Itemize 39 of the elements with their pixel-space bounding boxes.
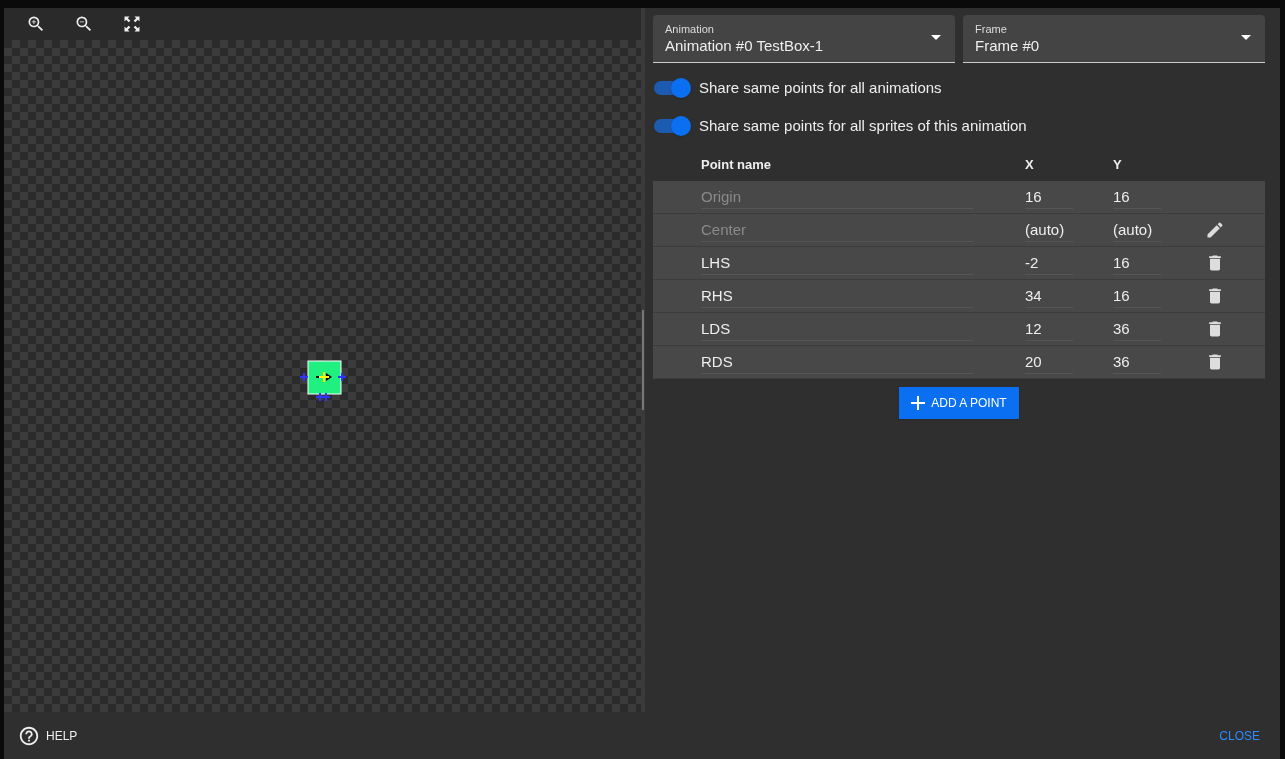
point-name-field: RDS <box>701 350 973 374</box>
column-header: Y <box>1113 157 1122 173</box>
dropdown-caret-icon <box>931 35 941 40</box>
x-field: -2 <box>1025 251 1073 275</box>
point-name-field: Origin <box>701 185 973 209</box>
fullscreen-icon[interactable] <box>122 14 142 34</box>
x-field: 16 <box>1025 185 1073 209</box>
zoom-out-icon[interactable] <box>74 14 94 34</box>
toggle-label: Share same points for all sprites of this animation <box>699 115 1027 136</box>
close-button[interactable]: CLOSE <box>1219 726 1266 745</box>
x-field: (auto) <box>1025 218 1073 242</box>
help-icon <box>18 724 40 747</box>
point-name-field: Center <box>701 218 973 242</box>
toggle-switch[interactable] <box>653 116 691 136</box>
point-name-field: LHS <box>701 251 973 275</box>
toggle-label: Share same points for all animations <box>699 77 942 98</box>
zoom-in-icon[interactable] <box>26 14 46 34</box>
animation-select[interactable]: Animation Animation #0 TestBox-1 <box>653 15 955 63</box>
y-field: (auto) <box>1113 218 1161 242</box>
y-field: 16 <box>1113 284 1161 308</box>
y-field: 36 <box>1113 317 1161 341</box>
plus-icon <box>911 396 926 410</box>
add-point-button[interactable]: ADD A POINT <box>899 387 1019 419</box>
pencil-icon[interactable] <box>1205 220 1225 240</box>
x-field: 20 <box>1025 350 1073 374</box>
dropdown-caret-icon <box>1241 35 1251 40</box>
sprite-drawing <box>300 360 346 402</box>
point-name-field: LDS <box>701 317 973 341</box>
column-header: X <box>1025 157 1034 173</box>
help-button[interactable]: HELP <box>18 724 78 747</box>
x-field: 12 <box>1025 317 1073 341</box>
toggle-switch[interactable] <box>653 78 691 98</box>
y-field: 16 <box>1113 185 1161 209</box>
x-field: 34 <box>1025 284 1073 308</box>
y-field: 36 <box>1113 350 1161 374</box>
column-header: Point name <box>701 157 772 173</box>
frame-select[interactable]: Frame Frame #0 <box>963 15 1265 63</box>
point-name-field: RHS <box>701 284 973 308</box>
y-field: 16 <box>1113 251 1161 275</box>
